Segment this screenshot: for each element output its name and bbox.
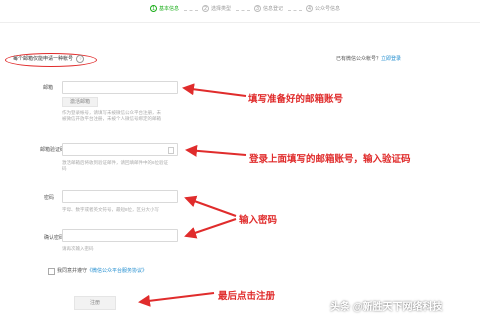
arrow-to-password (184, 195, 237, 217)
watermark: 头条 @新胜天下网络科技 (330, 302, 443, 313)
annotation-arrows (138, 83, 247, 307)
arrow-to-register (138, 292, 215, 307)
arrow-to-code (185, 144, 247, 157)
arrow-to-confirm (184, 218, 237, 239)
arrow-to-email (182, 83, 247, 97)
